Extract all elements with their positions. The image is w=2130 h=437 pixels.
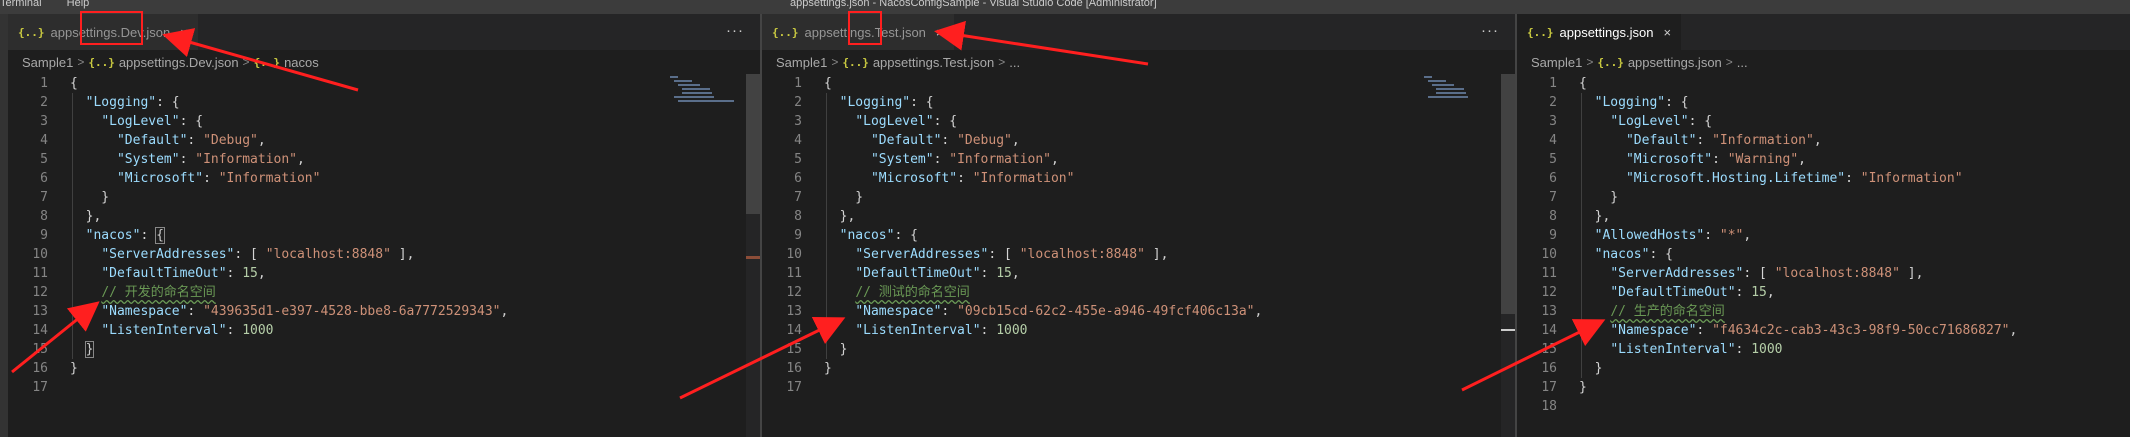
arrow-to-dev-namespace: [11, 301, 100, 374]
annotation-arrows: [11, 20, 1606, 400]
arrow-to-test-tab: [934, 20, 1149, 66]
arrow-to-main-namespace: [1461, 319, 1606, 392]
arrow-to-test-namespace: [679, 317, 846, 400]
arrow-to-dev-tab: [162, 28, 359, 92]
